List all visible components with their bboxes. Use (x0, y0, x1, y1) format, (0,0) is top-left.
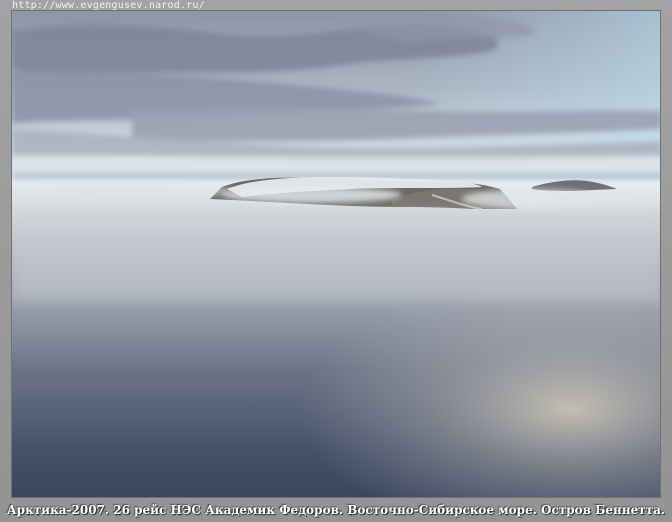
arctic-photo (11, 10, 661, 498)
photo-caption: Арктика-2007. 26 рейс НЭС Академик Федор… (6, 503, 666, 517)
photo-canvas (12, 11, 660, 497)
